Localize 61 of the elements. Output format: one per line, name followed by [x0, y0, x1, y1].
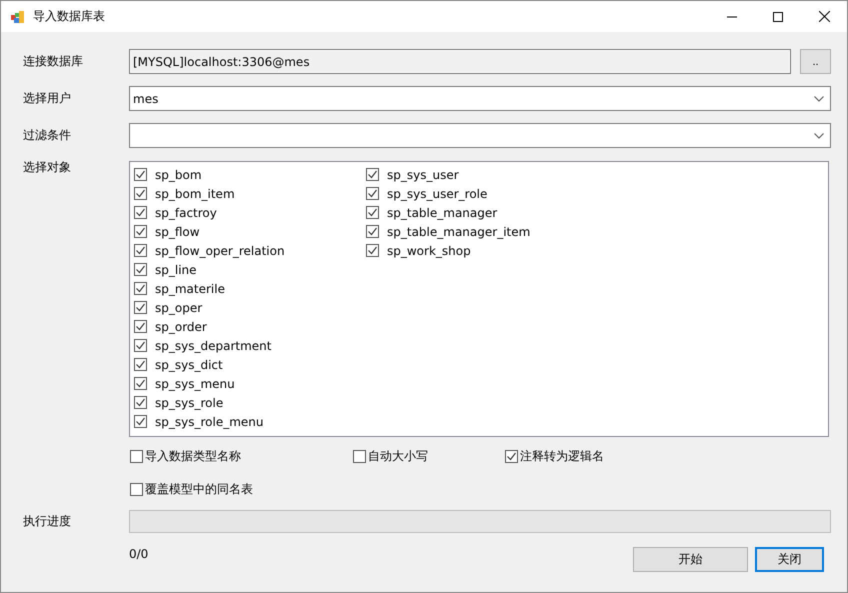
object-checkbox[interactable]: sp_sys_menu [134, 374, 366, 393]
option-checkbox[interactable]: 导入数据类型名称 [130, 448, 353, 465]
object-checkbox[interactable]: sp_sys_user_role [366, 184, 598, 203]
app-icon [10, 8, 26, 24]
object-checkbox[interactable]: sp_sys_role_menu [134, 412, 366, 431]
check-icon [135, 283, 146, 294]
dropdown-field[interactable]: mes [129, 86, 831, 111]
check-icon [135, 226, 146, 237]
check-icon [367, 169, 378, 180]
check-icon [135, 302, 146, 313]
object-checkbox[interactable]: sp_sys_department [134, 336, 366, 355]
dialog-button[interactable]: 关闭 [755, 547, 824, 572]
object-checkbox[interactable]: sp_work_shop [366, 241, 598, 260]
check-icon [506, 451, 517, 462]
field-label: 连接数据库 [23, 53, 84, 70]
object-checkbox[interactable]: sp_sys_role [134, 393, 366, 412]
check-icon [135, 359, 146, 370]
check-icon [135, 340, 146, 351]
object-checkbox[interactable]: sp_table_manager_item [366, 222, 598, 241]
dropdown-field[interactable] [129, 123, 831, 148]
check-icon [135, 397, 146, 408]
check-icon [135, 264, 146, 275]
object-checkbox[interactable]: sp_table_manager [366, 203, 598, 222]
object-checkbox[interactable]: sp_order [134, 317, 366, 336]
option-checkbox[interactable]: 自动大小写 [353, 448, 505, 465]
check-icon [367, 207, 378, 218]
check-icon [367, 245, 378, 256]
dialog-button[interactable]: 开始 [633, 547, 748, 572]
window-title: 导入数据库表 [33, 8, 105, 25]
close-icon[interactable] [819, 11, 830, 22]
maximize-icon[interactable] [773, 12, 783, 22]
field-label: 执行进度 [23, 513, 72, 530]
check-icon [135, 207, 146, 218]
object-checkbox[interactable]: sp_line [134, 260, 366, 279]
connection-field: [MYSQL]localhost:3306@mes [129, 49, 791, 74]
object-checkbox[interactable]: sp_flow [134, 222, 366, 241]
check-icon [135, 321, 146, 332]
object-checkbox[interactable]: sp_flow_oper_relation [134, 241, 366, 260]
object-checkbox[interactable]: sp_sys_user [366, 165, 598, 184]
chevron-down-icon [814, 96, 824, 102]
browse-button[interactable]: .. [800, 49, 831, 74]
object-checkbox[interactable]: sp_bom [134, 165, 366, 184]
object-checkbox[interactable]: sp_sys_dict [134, 355, 366, 374]
check-icon [135, 188, 146, 199]
object-checkbox[interactable]: sp_bom_item [134, 184, 366, 203]
field-label: 选择对象 [23, 159, 72, 176]
object-checkbox[interactable]: sp_factroy [134, 203, 366, 222]
check-icon [135, 245, 146, 256]
check-icon [135, 416, 146, 427]
check-icon [367, 226, 378, 237]
option-checkbox[interactable]: 覆盖模型中的同名表 [130, 481, 353, 498]
field-label: 过滤条件 [23, 127, 72, 144]
field-label: 选择用户 [23, 90, 72, 107]
option-checkbox[interactable]: 注释转为逻辑名 [505, 448, 705, 465]
check-icon [367, 188, 378, 199]
progress-count: 0/0 [129, 547, 148, 561]
check-icon [135, 169, 146, 180]
chevron-down-icon [814, 132, 824, 138]
object-checkbox[interactable]: sp_oper [134, 298, 366, 317]
object-checkbox[interactable]: sp_materile [134, 279, 366, 298]
check-icon [135, 378, 146, 389]
